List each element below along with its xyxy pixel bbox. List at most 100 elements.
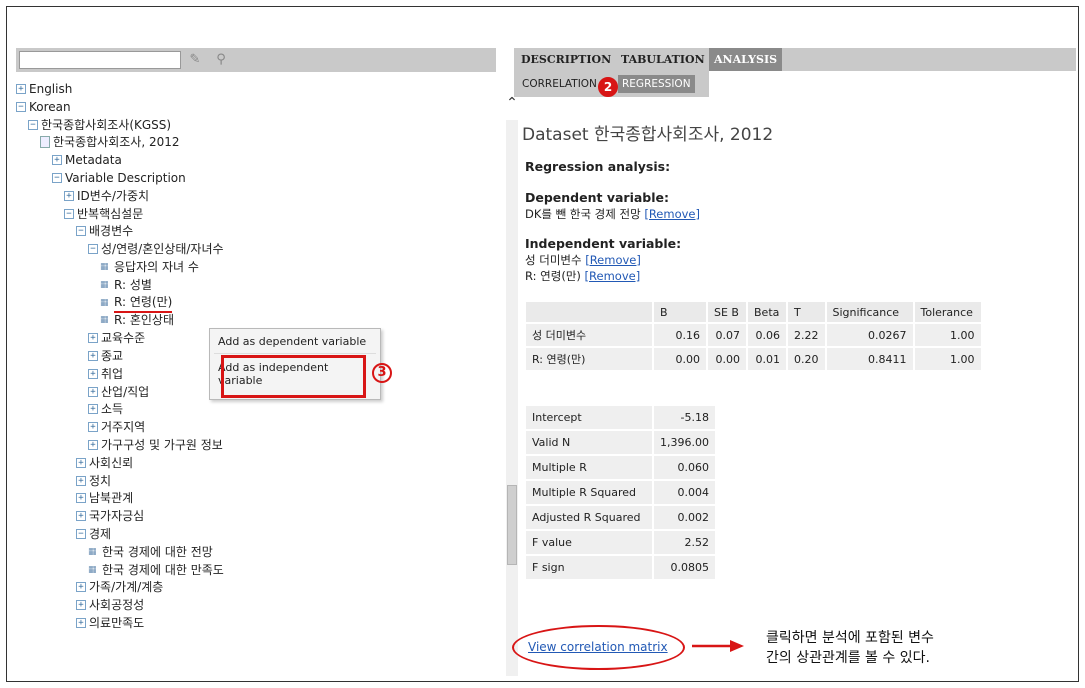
expand-icon[interactable]: +	[76, 582, 86, 593]
search-input[interactable]	[19, 51, 181, 69]
expand-icon[interactable]: +	[76, 511, 86, 522]
table-row: Valid N 1,396.00	[524, 429, 717, 456]
tree-item-label: 성/연령/혼인상태/자녀수	[101, 242, 224, 257]
tree-item-label: 반복핵심설문	[77, 206, 144, 221]
arrow-right-icon	[692, 640, 744, 652]
tree-item[interactable]: + 가구구성 및 가구원 정보	[88, 436, 223, 454]
tab-analysis[interactable]: ANALYSIS	[709, 48, 783, 71]
expand-icon[interactable]: +	[88, 404, 98, 415]
expand-icon[interactable]: +	[52, 155, 62, 166]
expand-icon[interactable]: +	[88, 386, 98, 397]
collapse-icon[interactable]: −	[76, 529, 86, 539]
tree-item-label: ID변수/가중치	[77, 188, 150, 203]
expand-icon[interactable]: +	[76, 475, 86, 486]
tree-item-label: 사회신뢰	[89, 455, 134, 470]
tree-item[interactable]: + ID변수/가중치	[64, 187, 149, 205]
tree-item[interactable]: ▦ 응답자의 자녀 수	[100, 258, 199, 276]
subtab-correlation[interactable]: CORRELATION	[518, 75, 601, 93]
remove-dependent-link[interactable]: [Remove]	[644, 207, 700, 221]
independent-variable: 성 더미변수	[525, 253, 582, 267]
expand-icon[interactable]: +	[64, 190, 74, 201]
collapse-icon[interactable]: −	[16, 101, 26, 112]
expand-icon[interactable]: +	[88, 440, 98, 450]
tree-item[interactable]: − 성/연령/혼인상태/자녀수	[88, 240, 224, 258]
tree-item[interactable]: + 의료만족도	[76, 614, 144, 632]
remove-independent-link[interactable]: [Remove]	[585, 269, 641, 283]
tree-item[interactable]: + 산업/직업	[88, 383, 149, 401]
tree-item[interactable]: + Metadata	[52, 151, 122, 169]
expand-icon[interactable]: +	[88, 422, 98, 433]
tree-item-label: 교육수준	[101, 331, 146, 346]
tree-item[interactable]: − Variable Description	[52, 169, 186, 187]
tree-item[interactable]: ▦ R: 성별	[100, 276, 152, 294]
menu-separator	[214, 353, 376, 354]
collapse-icon[interactable]: −	[52, 173, 62, 183]
pencil-icon[interactable]: ✎	[186, 51, 204, 69]
variable-icon: ▦	[100, 262, 109, 272]
expand-icon[interactable]: +	[88, 351, 98, 361]
tree-item[interactable]: ▦ R: 혼인상태	[100, 311, 174, 329]
search-icon[interactable]: ⚲	[212, 51, 230, 69]
expand-icon[interactable]: +	[16, 84, 26, 94]
tree-item[interactable]: − 배경변수	[76, 222, 133, 240]
tree-item[interactable]: + 소득	[88, 400, 123, 418]
table-cell: 0.0267	[824, 322, 915, 348]
tab-description[interactable]: DESCRIPTION	[516, 48, 616, 71]
collapse-icon[interactable]: −	[76, 226, 86, 237]
tree-item[interactable]: + 종교	[88, 347, 123, 365]
tree-item[interactable]: ▦ R: 연령(만)	[100, 293, 173, 313]
tree-item[interactable]: ▦ 한국 경제에 대한 전망	[88, 543, 213, 561]
tree-item-label: 가족/가계/계층	[89, 580, 164, 595]
table-cell: 0.00	[706, 346, 748, 372]
tree-item[interactable]: + English	[16, 80, 72, 98]
table-cell: 0.060	[652, 454, 717, 481]
scrollbar-track[interactable]	[506, 120, 518, 676]
tree-item-label: 국가자긍심	[89, 509, 145, 524]
tree-item[interactable]: − 반복핵심설문	[64, 205, 143, 223]
tabs-bar: DESCRIPTION TABULATION ANALYSIS	[514, 48, 1076, 71]
scrollbar-thumb[interactable]	[507, 485, 517, 565]
expand-icon[interactable]: +	[76, 457, 86, 468]
expand-icon[interactable]: +	[76, 493, 86, 504]
regression-heading: Regression analysis:	[525, 159, 671, 174]
table-row: R: 연령(만) 0.00 0.00 0.01 0.20 0.8411 1.00	[524, 346, 983, 372]
expand-icon[interactable]: +	[76, 618, 86, 628]
add-dependent-menu-item[interactable]: Add as dependent variable	[218, 335, 366, 348]
tree-item-label: 가구구성 및 가구원 정보	[101, 438, 223, 452]
table-row: Multiple R Squared 0.004	[524, 479, 717, 506]
table-cell: 0.004	[652, 479, 717, 506]
table-cell: F value	[524, 529, 654, 556]
tree-item[interactable]: + 국가자긍심	[76, 507, 144, 525]
tree-item[interactable]: ▦ 한국 경제에 대한 만족도	[88, 561, 224, 579]
remove-independent-link[interactable]: [Remove]	[585, 253, 641, 267]
collapse-icon[interactable]: −	[64, 208, 74, 219]
table-cell: F sign	[524, 554, 654, 581]
scroll-up-icon[interactable]: ⌃	[505, 96, 519, 110]
tree-item[interactable]: + 가족/가계/계층	[76, 578, 163, 596]
tab-tabulation[interactable]: TABULATION	[616, 48, 710, 71]
tree-item[interactable]: + 정치	[76, 472, 111, 490]
tree-item-label: 산업/직업	[101, 384, 150, 399]
expand-icon[interactable]: +	[76, 600, 86, 611]
dependent-line: DK를 뺀 한국 경제 전망 [Remove]	[525, 206, 700, 222]
tree-item[interactable]: − Korean	[16, 98, 71, 116]
tree-item[interactable]: − 한국종합사회조사(KGSS)	[28, 116, 171, 134]
subtab-regression[interactable]: REGRESSION	[618, 75, 695, 93]
table-cell: 0.06	[746, 322, 788, 348]
tree-item[interactable]: + 취업	[88, 365, 123, 383]
collapse-icon[interactable]: −	[28, 119, 38, 130]
tree-item[interactable]: + 남북관계	[76, 489, 133, 507]
tree-item[interactable]: + 거주지역	[88, 418, 145, 436]
dataset-title: Dataset 한국종합사회조사, 2012	[522, 120, 773, 145]
table-cell: 0.0805	[652, 554, 717, 581]
expand-icon[interactable]: +	[88, 333, 98, 344]
tree-item-label: Korean	[29, 99, 71, 114]
tree-item[interactable]: − 경제	[76, 525, 111, 543]
expand-icon[interactable]: +	[88, 368, 98, 379]
tree-item[interactable]: + 교육수준	[88, 329, 145, 347]
tree-item[interactable]: 한국종합사회조사, 2012	[40, 133, 180, 151]
collapse-icon[interactable]: −	[88, 244, 98, 255]
tree-item[interactable]: + 사회공정성	[76, 596, 144, 614]
tree-item[interactable]: + 사회신뢰	[76, 454, 133, 472]
tree-item-label: R: 연령(만)	[114, 293, 173, 313]
